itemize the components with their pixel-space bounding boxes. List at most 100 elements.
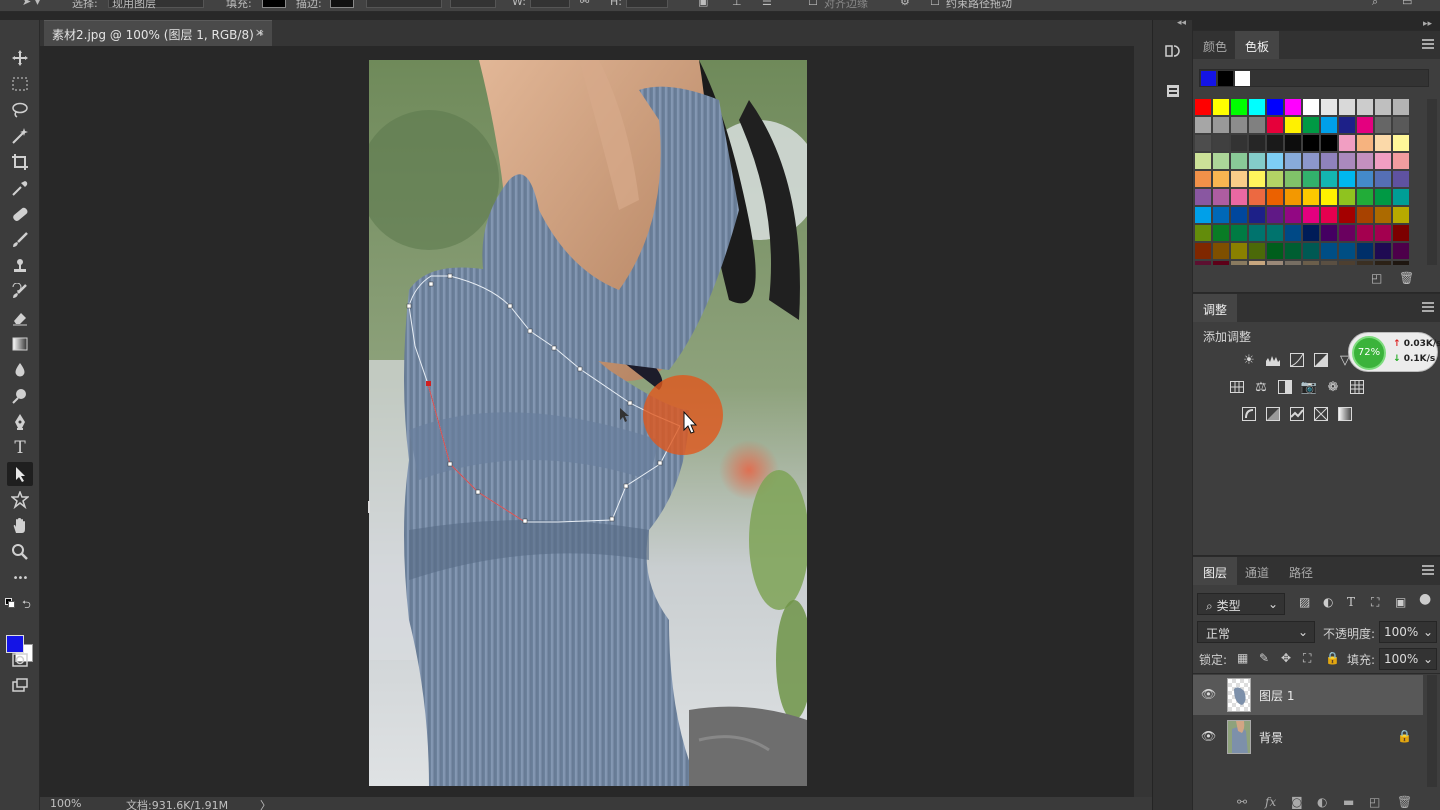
- swatch[interactable]: [1249, 135, 1265, 151]
- brush-tool-icon[interactable]: [7, 228, 33, 252]
- trash-icon[interactable]: 🗑: [1399, 271, 1414, 285]
- swatch[interactable]: [1195, 117, 1211, 133]
- swatch[interactable]: [1303, 171, 1319, 187]
- swatch[interactable]: [1267, 99, 1283, 115]
- blend-mode-dropdown[interactable]: 正常 ⌄: [1197, 621, 1315, 643]
- new-layer-icon[interactable]: ◰: [1369, 795, 1380, 809]
- swatch[interactable]: [1213, 117, 1229, 133]
- swatch[interactable]: [1267, 189, 1283, 205]
- canvas-area[interactable]: [40, 46, 1134, 797]
- swatch[interactable]: [1267, 135, 1283, 151]
- close-panel-icon[interactable]: ▸▸: [1423, 19, 1432, 29]
- swatch[interactable]: [1357, 243, 1373, 259]
- swatch[interactable]: [1231, 135, 1247, 151]
- adjustment-icon[interactable]: ◐: [1317, 795, 1327, 809]
- swatch[interactable]: [1375, 225, 1391, 241]
- stroke-width-field[interactable]: [366, 0, 442, 8]
- selective-color-icon[interactable]: [1313, 406, 1329, 422]
- tab-adjustments[interactable]: 调整: [1193, 294, 1238, 322]
- exposure-icon[interactable]: [1313, 352, 1329, 368]
- foreground-color-swatch[interactable]: [6, 635, 24, 653]
- swatch[interactable]: [1321, 171, 1337, 187]
- color-balance-icon[interactable]: ⚖: [1253, 379, 1269, 395]
- history-panel-icon[interactable]: [1162, 42, 1184, 64]
- lock-all-icon[interactable]: 🔒: [1325, 651, 1340, 665]
- path-arrangement-icon[interactable]: ☰: [762, 0, 772, 8]
- gradient-map-icon[interactable]: [1337, 406, 1353, 422]
- link-icon[interactable]: ⚯: [580, 0, 589, 8]
- swatch[interactable]: [1393, 171, 1409, 187]
- swatch[interactable]: [1303, 225, 1319, 241]
- photo-filter-icon[interactable]: 📷: [1301, 379, 1317, 395]
- gradient-tool-icon[interactable]: [7, 332, 33, 356]
- swatch[interactable]: [1249, 99, 1265, 115]
- threshold-icon[interactable]: [1289, 406, 1305, 422]
- swatch[interactable]: [1357, 225, 1373, 241]
- swatch[interactable]: [1357, 261, 1373, 265]
- swatch[interactable]: [1195, 225, 1211, 241]
- swatch[interactable]: [1213, 189, 1229, 205]
- fx-icon[interactable]: fx: [1265, 795, 1276, 809]
- layer-row-layer1[interactable]: 👁 图层 1: [1193, 675, 1423, 715]
- swatch[interactable]: [1375, 99, 1391, 115]
- swatch[interactable]: [1375, 189, 1391, 205]
- swatch[interactable]: [1231, 171, 1247, 187]
- move-tool-icon[interactable]: [7, 46, 33, 70]
- swatch[interactable]: [1249, 261, 1265, 265]
- swatch[interactable]: [1285, 261, 1301, 265]
- swatch[interactable]: [1213, 261, 1229, 265]
- hue-saturation-icon[interactable]: [1229, 379, 1245, 395]
- tab-layers[interactable]: 图层: [1193, 557, 1238, 585]
- swatch[interactable]: [1375, 243, 1391, 259]
- brightness-contrast-icon[interactable]: ☀: [1241, 352, 1257, 368]
- swatch[interactable]: [1267, 171, 1283, 187]
- swatch[interactable]: [1213, 243, 1229, 259]
- swatch[interactable]: [1303, 261, 1319, 265]
- swatch[interactable]: [1267, 207, 1283, 223]
- swatch[interactable]: [1285, 207, 1301, 223]
- swatch[interactable]: [1321, 99, 1337, 115]
- lock-artboard-icon[interactable]: ⛶: [1303, 651, 1311, 666]
- swatch[interactable]: [1285, 135, 1301, 151]
- swatch[interactable]: [1267, 243, 1283, 259]
- link-icon[interactable]: ⚯: [1237, 795, 1247, 809]
- curves-icon[interactable]: [1289, 352, 1305, 368]
- lock-position-icon[interactable]: ✥: [1281, 651, 1291, 665]
- swatch[interactable]: [1231, 153, 1247, 169]
- swatch[interactable]: [1303, 135, 1319, 151]
- swatch[interactable]: [1393, 261, 1409, 265]
- swatch[interactable]: [1393, 243, 1409, 259]
- recent-swatch[interactable]: [1218, 71, 1233, 86]
- swatch[interactable]: [1321, 261, 1337, 265]
- swatch[interactable]: [1339, 135, 1355, 151]
- filter-smart-object-icon[interactable]: ▣: [1395, 595, 1406, 609]
- swatch[interactable]: [1303, 207, 1319, 223]
- more-tools-icon[interactable]: •••: [7, 566, 33, 590]
- swatch[interactable]: [1393, 189, 1409, 205]
- swatch[interactable]: [1231, 117, 1247, 133]
- swatch[interactable]: [1375, 135, 1391, 151]
- magic-wand-tool-icon[interactable]: [7, 124, 33, 148]
- mask-icon[interactable]: ◙: [1291, 795, 1303, 809]
- swatch[interactable]: [1339, 171, 1355, 187]
- eyedropper-tool-icon[interactable]: [7, 176, 33, 200]
- swatch[interactable]: [1303, 99, 1319, 115]
- levels-icon[interactable]: [1265, 352, 1281, 368]
- blur-tool-icon[interactable]: [7, 358, 33, 382]
- tab-color[interactable]: 颜色: [1193, 31, 1237, 59]
- swatch[interactable]: [1267, 117, 1283, 133]
- hand-tool-icon[interactable]: [7, 514, 33, 538]
- swatch[interactable]: [1339, 225, 1355, 241]
- recent-swatch[interactable]: [1201, 71, 1216, 86]
- fill-swatch[interactable]: [262, 0, 286, 8]
- fill-field[interactable]: 100% ⌄: [1379, 648, 1437, 670]
- swatch[interactable]: [1303, 153, 1319, 169]
- swatch[interactable]: [1357, 117, 1373, 133]
- swatch[interactable]: [1249, 225, 1265, 241]
- swatch[interactable]: [1357, 207, 1373, 223]
- swatch[interactable]: [1339, 99, 1355, 115]
- swatch[interactable]: [1357, 135, 1373, 151]
- swatch[interactable]: [1339, 243, 1355, 259]
- gear-icon[interactable]: ⚙: [900, 0, 910, 8]
- filter-type-icon[interactable]: T: [1347, 595, 1355, 609]
